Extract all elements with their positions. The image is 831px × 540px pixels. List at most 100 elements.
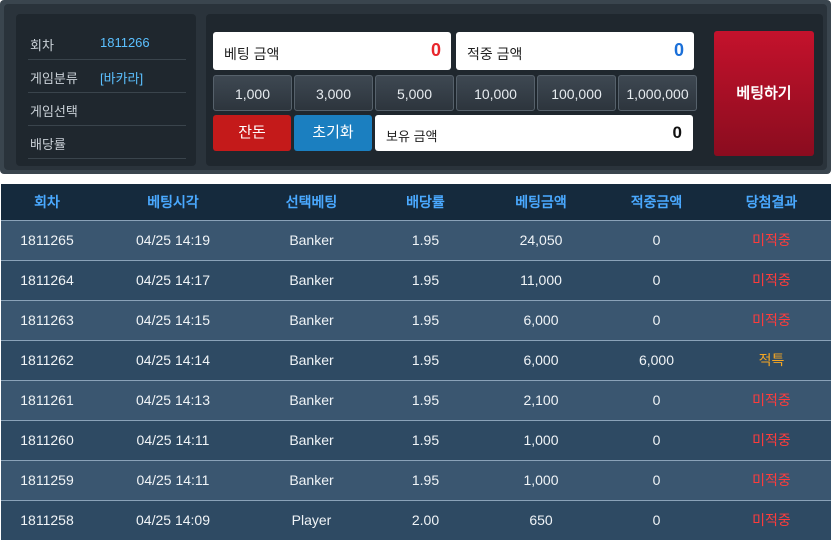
- cell-odds: 1.95: [370, 379, 481, 420]
- place-bet-button[interactable]: 베팅하기: [714, 31, 814, 156]
- chip-1000-button[interactable]: 1,000: [213, 75, 292, 111]
- bet-controls: 베팅 금액 0 적중 금액 0 1,000 3,000 5,000 10,000…: [206, 14, 823, 166]
- cell-pick: Banker: [253, 299, 370, 340]
- col-odds-header: 배당률: [406, 193, 445, 210]
- cell-win: 0: [601, 379, 712, 420]
- win-amount-field: 적중 금액 0: [456, 32, 694, 70]
- cell-time: 04/25 14:09: [93, 499, 253, 540]
- cell-win: 0: [601, 499, 712, 540]
- info-row-game-select: 게임선택: [28, 92, 186, 126]
- info-label: 게임분류: [30, 71, 78, 86]
- all-in-button[interactable]: 잔돈: [213, 115, 291, 151]
- table-row: 1811263 04/25 14:15 Banker 1.95 6,000 0 …: [1, 299, 831, 340]
- cell-time: 04/25 14:19: [93, 219, 253, 260]
- balance-value: 0: [672, 123, 682, 142]
- cell-round: 1811262: [1, 339, 93, 380]
- chip-10000-button[interactable]: 10,000: [456, 75, 535, 111]
- table-row: 1811264 04/25 14:17 Banker 1.95 11,000 0…: [1, 259, 831, 300]
- bet-history-table: 회차 베팅시각 선택베팅 배당률 베팅금액 적중금액 당첨결과 1811265 …: [1, 184, 831, 540]
- col-result-header: 당첨결과: [745, 193, 798, 210]
- cell-time: 04/25 14:15: [93, 299, 253, 340]
- cell-amount: 1,000: [481, 419, 601, 460]
- cell-win: 0: [601, 299, 712, 340]
- cell-result: 적특: [712, 339, 831, 380]
- cell-win: 6,000: [601, 339, 712, 380]
- chip-100000-button[interactable]: 100,000: [537, 75, 616, 111]
- cell-result: 미적중: [712, 459, 831, 500]
- cell-pick: Banker: [253, 419, 370, 460]
- chip-1000000-button[interactable]: 1,000,000: [618, 75, 697, 111]
- bet-amount-label: 베팅 금액: [224, 46, 280, 62]
- cell-time: 04/25 14:17: [93, 259, 253, 300]
- cell-amount: 11,000: [481, 259, 601, 300]
- table-header-row: 회차 베팅시각 선택베팅 배당률 베팅금액 적중금액 당첨결과: [1, 184, 831, 220]
- balance-field: 보유 금액 0: [375, 115, 693, 151]
- cell-result: 미적중: [712, 219, 831, 260]
- cell-pick: Banker: [253, 219, 370, 260]
- cell-amount: 6,000: [481, 299, 601, 340]
- cell-time: 04/25 14:14: [93, 339, 253, 380]
- table-row: 1811258 04/25 14:09 Player 2.00 650 0 미적…: [1, 499, 831, 540]
- cell-round: 1811264: [1, 259, 93, 300]
- cell-result: 미적중: [712, 299, 831, 340]
- col-pick-header: 선택베팅: [285, 193, 338, 210]
- current-round-value: 1811266: [100, 35, 150, 50]
- info-label: 배당률: [30, 137, 66, 152]
- cell-amount: 1,000: [481, 459, 601, 500]
- cell-pick: Banker: [253, 459, 370, 500]
- cell-time: 04/25 14:13: [93, 379, 253, 420]
- col-amount-header: 베팅금액: [515, 193, 567, 210]
- info-row-odds: 배당률: [28, 125, 186, 159]
- cell-round: 1811265: [1, 219, 93, 260]
- cell-odds: 1.95: [370, 419, 481, 460]
- cell-odds: 1.95: [370, 219, 481, 260]
- col-round-header: 회차: [34, 193, 60, 210]
- cell-result: 미적중: [712, 259, 831, 300]
- game-type-value: [바카라]: [100, 71, 144, 86]
- cell-round: 1811261: [1, 379, 93, 420]
- bet-amount-field[interactable]: 베팅 금액 0: [213, 32, 451, 70]
- win-amount-label: 적중 금액: [467, 46, 523, 62]
- info-label: 게임선택: [30, 104, 78, 119]
- cell-win: 0: [601, 259, 712, 300]
- chip-3000-button[interactable]: 3,000: [294, 75, 373, 111]
- cell-time: 04/25 14:11: [93, 459, 253, 500]
- cell-win: 0: [601, 419, 712, 460]
- cell-win: 0: [601, 459, 712, 500]
- cell-round: 1811258: [1, 499, 93, 540]
- cell-round: 1811260: [1, 419, 93, 460]
- cell-odds: 1.95: [370, 299, 481, 340]
- chip-5000-button[interactable]: 5,000: [375, 75, 454, 111]
- cell-pick: Banker: [253, 339, 370, 380]
- cell-time: 04/25 14:11: [93, 419, 253, 460]
- table-row: 1811259 04/25 14:11 Banker 1.95 1,000 0 …: [1, 459, 831, 500]
- cell-odds: 2.00: [370, 499, 481, 540]
- info-row-game-type: 게임분류 [바카라]: [28, 59, 186, 93]
- betting-panel-inner: 회차 1811266 게임분류 [바카라] 게임선택 배당률 베팅 금액 0 적…: [4, 4, 827, 170]
- col-win-header: 적중금액: [630, 193, 683, 210]
- cell-amount: 2,100: [481, 379, 601, 420]
- table-row: 1811260 04/25 14:11 Banker 1.95 1,000 0 …: [1, 419, 831, 460]
- cell-pick: Banker: [253, 379, 370, 420]
- reset-button[interactable]: 초기화: [294, 115, 372, 151]
- betting-panel: 회차 1811266 게임분류 [바카라] 게임선택 배당률 베팅 금액 0 적…: [0, 0, 831, 174]
- cell-amount: 650: [481, 499, 601, 540]
- cell-result: 미적중: [712, 499, 831, 540]
- info-label: 회차: [30, 38, 54, 53]
- cell-odds: 1.95: [370, 459, 481, 500]
- table-row: 1811261 04/25 14:13 Banker 1.95 2,100 0 …: [1, 379, 831, 420]
- col-time-header: 베팅시각: [147, 193, 199, 210]
- cell-win: 0: [601, 219, 712, 260]
- table-row: 1811262 04/25 14:14 Banker 1.95 6,000 6,…: [1, 339, 831, 380]
- bet-amount-value: 0: [430, 40, 441, 60]
- cell-result: 미적중: [712, 379, 831, 420]
- cell-result: 미적중: [712, 419, 831, 460]
- cell-amount: 24,050: [481, 219, 601, 260]
- table-row: 1811265 04/25 14:19 Banker 1.95 24,050 0…: [1, 219, 831, 260]
- cell-odds: 1.95: [370, 259, 481, 300]
- cell-round: 1811263: [1, 299, 93, 340]
- cell-amount: 6,000: [481, 339, 601, 380]
- cell-odds: 1.95: [370, 339, 481, 380]
- balance-label: 보유 금액: [386, 129, 438, 144]
- game-info-panel: 회차 1811266 게임분류 [바카라] 게임선택 배당률: [16, 14, 196, 166]
